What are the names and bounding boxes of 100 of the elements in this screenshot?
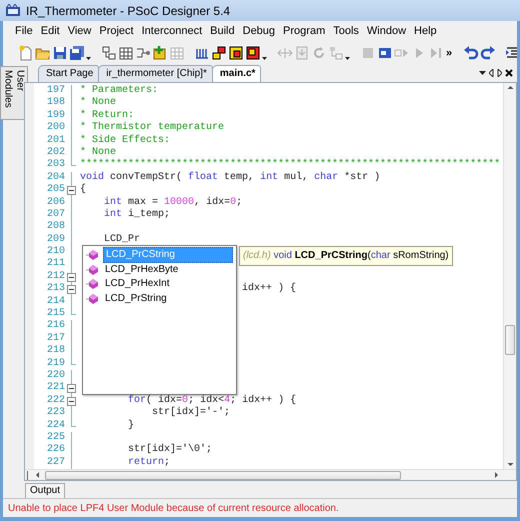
signature-tooltip: (lcd.h) void LCD_PrCString(char sRomString) [239, 246, 453, 266]
autocomplete-item[interactable]: LCD_PrHexByte [103, 262, 233, 277]
squares-icon[interactable] [228, 44, 244, 62]
line-number: 210 [46, 246, 66, 258]
code-line: return; [128, 456, 170, 469]
app-icon [5, 4, 21, 18]
menu-item[interactable]: File [11, 22, 37, 41]
line-number: 205 [46, 184, 66, 197]
line-number: 201 [46, 134, 66, 147]
code-line: idx++ ) { [242, 283, 296, 296]
network-icon[interactable] [100, 44, 116, 62]
line-number: 227 [46, 456, 66, 469]
save-icon[interactable] [52, 44, 68, 62]
code-line: } [128, 420, 134, 432]
code-line: { [80, 184, 86, 197]
line-number: 218 [46, 345, 66, 358]
line-number: 222 [46, 394, 66, 407]
menu-item[interactable]: Debug [238, 22, 280, 41]
scrollbar-thumb[interactable] [45, 470, 401, 480]
document-tab[interactable]: ir_thermometer [Chip]* [98, 65, 213, 82]
line-number: 206 [46, 196, 66, 209]
line-number: 223 [46, 407, 66, 420]
add-module-icon[interactable] [152, 44, 168, 62]
line-number: 219 [46, 358, 66, 370]
save-all-icon[interactable] [68, 44, 84, 62]
code-line: for( idx=0; idx<4; idx++ ) { [128, 394, 296, 406]
scroll-left-icon[interactable] [34, 471, 42, 479]
code-line: LCD_Pr [104, 234, 140, 246]
line-number: 204 [46, 172, 66, 184]
output-tab[interactable]: Output [25, 483, 66, 498]
line-number: 197 [46, 85, 66, 97]
document-tab[interactable]: main.c* [212, 65, 262, 82]
line-number: 225 [46, 432, 66, 444]
new-file-icon[interactable] [18, 44, 34, 62]
line-number: 213 [46, 283, 66, 296]
line-number: 224 [46, 420, 66, 432]
document-tab[interactable]: Start Page [38, 65, 100, 82]
line-number: 200 [46, 122, 66, 135]
menu-item[interactable]: View [64, 22, 96, 41]
line-number: 202 [46, 146, 66, 159]
code-line: ********************************************************************** [80, 159, 500, 172]
line-number: 220 [46, 370, 66, 382]
code-line: * None [80, 146, 116, 158]
line-number: 226 [46, 444, 66, 457]
line-number: 217 [46, 332, 66, 345]
scroll-left-icon[interactable] [489, 69, 494, 77]
menu-item[interactable]: Build [206, 22, 239, 41]
method-icon [86, 264, 100, 276]
code-line: str[idx]='-'; [152, 407, 230, 420]
status-message: Unable to place LPF4 User Module because of current resource allocation. [8, 502, 339, 516]
scrollbar-thumb[interactable] [505, 325, 515, 355]
dropdown-icon[interactable] [479, 69, 486, 77]
code-line: * None [80, 97, 116, 110]
menu-item[interactable]: Tools [329, 22, 363, 41]
code-line: * Side Effects: [80, 134, 170, 146]
code-line: * Return: [80, 110, 134, 122]
fold-icon[interactable] [67, 396, 76, 406]
fold-icon[interactable] [67, 285, 76, 294]
overflow-button[interactable]: » [444, 48, 454, 58]
line-number: 216 [46, 320, 66, 333]
method-icon [86, 292, 100, 305]
menu-item[interactable]: Edit [36, 22, 64, 41]
squares-icon[interactable] [210, 44, 226, 62]
line-number: 221 [46, 382, 66, 395]
line-number: 212 [46, 270, 66, 283]
fold-icon[interactable] [67, 272, 76, 282]
method-icon [86, 249, 100, 262]
code-line: int max = 10000, idx=0; [104, 196, 242, 208]
close-icon[interactable] [505, 69, 513, 77]
code-line: int i_temp; [104, 208, 170, 222]
fold-icon[interactable] [67, 186, 76, 196]
menu-item[interactable]: Interconnect [138, 22, 206, 41]
undo-icon[interactable] [462, 44, 479, 62]
menu-item[interactable]: Window [362, 22, 410, 41]
menu-item[interactable]: Project [95, 22, 138, 41]
line-number: 207 [46, 208, 66, 221]
line-number: 199 [46, 110, 66, 122]
redo-icon[interactable] [480, 44, 496, 62]
scroll-right-icon[interactable] [497, 69, 502, 77]
line-number: 215 [46, 308, 66, 320]
squares-icon[interactable] [244, 44, 260, 62]
window-title: IR_Thermometer - PSoC Designer 5.4 [26, 2, 230, 20]
fold-icon[interactable] [67, 384, 76, 394]
code-line: void convTempStr( float temp, int mul, char *str ) [80, 172, 380, 184]
line-number: 209 [46, 234, 66, 246]
line-number: 208 [46, 221, 66, 234]
method-icon [86, 278, 100, 290]
code-line: * Parameters: [80, 85, 158, 96]
line-number: 214 [46, 296, 66, 308]
line-number: 198 [46, 97, 66, 110]
scroll-right-icon[interactable] [492, 471, 500, 479]
autocomplete-item[interactable]: LCD_PrHexInt [103, 277, 233, 292]
menu-item[interactable]: Help [410, 22, 441, 41]
side-panel-tab[interactable]: User Modules [0, 66, 28, 120]
line-number: 211 [46, 258, 66, 271]
code-line: str[idx]='\0'; [128, 444, 212, 457]
line-number: 203 [46, 159, 66, 172]
autocomplete-item[interactable]: LCD_PrString [103, 292, 233, 306]
menu-item[interactable]: Program [279, 22, 330, 41]
code-line: * Thermistor temperature [80, 122, 224, 134]
